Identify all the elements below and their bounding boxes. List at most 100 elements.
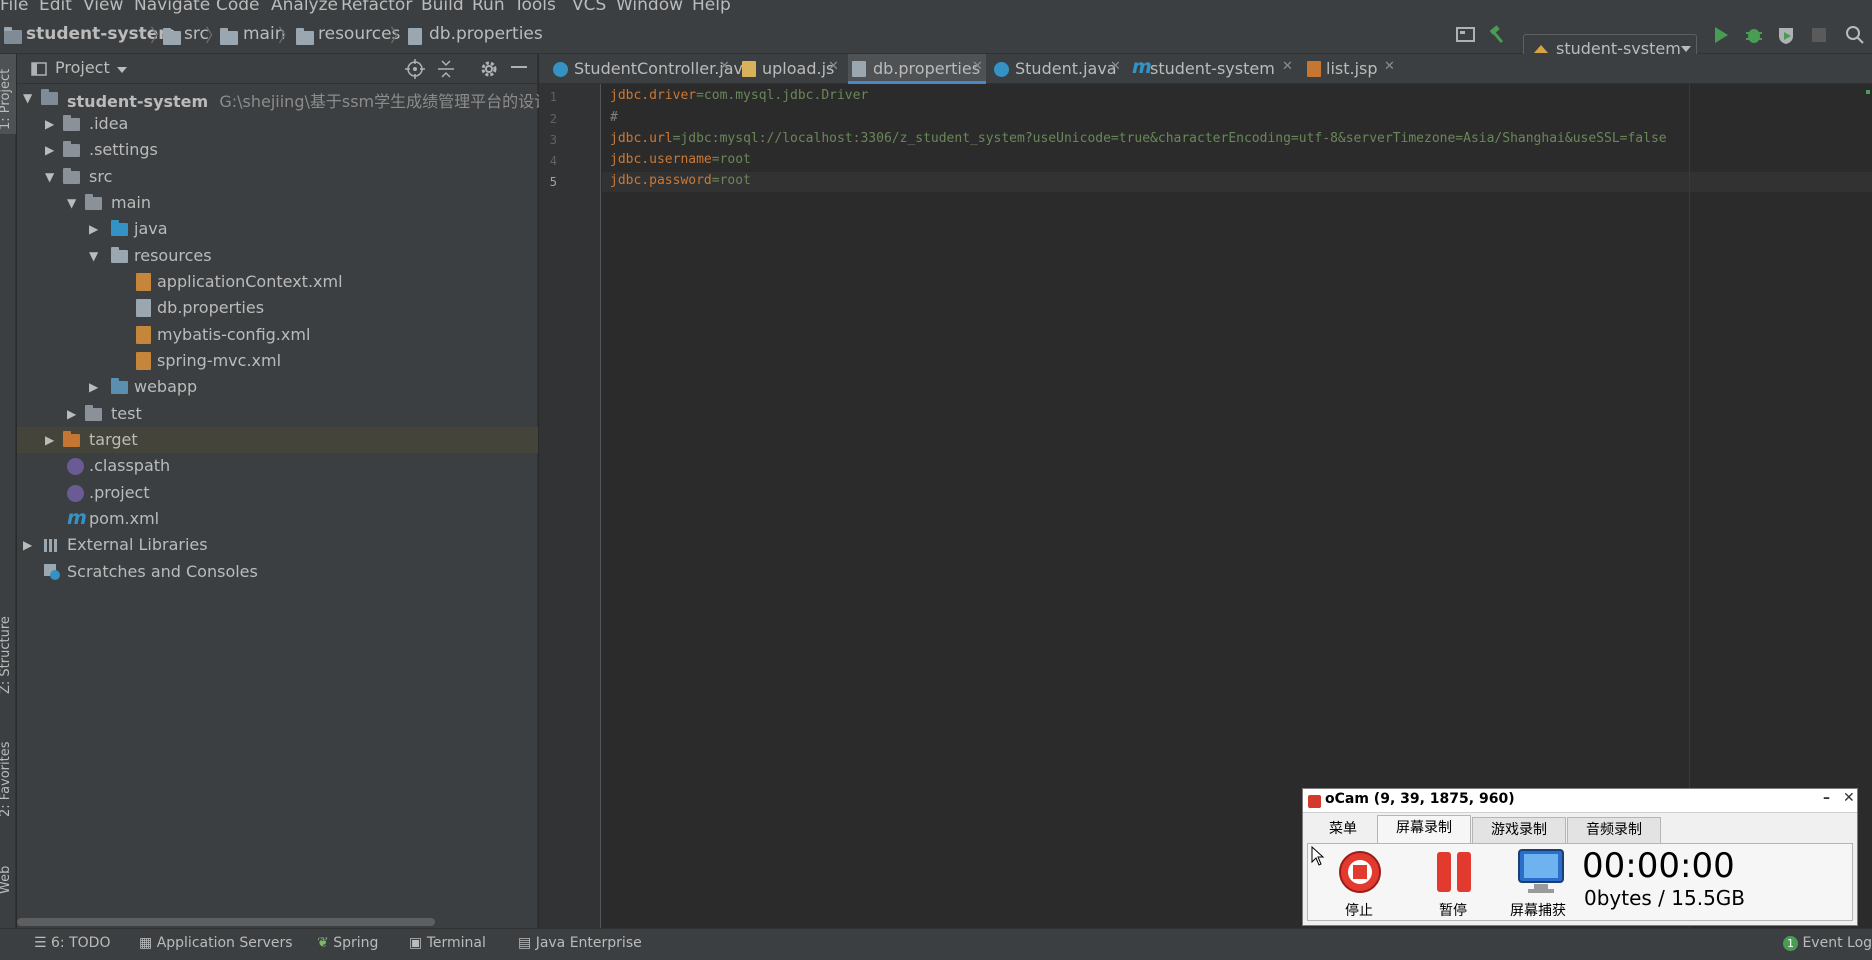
structure-tool-button[interactable]: Z: Structure xyxy=(0,616,13,694)
menu-analyze[interactable]: Analyze xyxy=(271,0,338,14)
close-icon[interactable]: ✕ xyxy=(1110,59,1121,74)
horizontal-scrollbar[interactable] xyxy=(17,918,435,926)
tree-item-external-libraries[interactable]: ▶ External Libraries xyxy=(17,532,538,558)
tree-item-project-file[interactable]: .project xyxy=(17,480,538,506)
collapse-all-icon[interactable] xyxy=(437,59,455,79)
run-icon[interactable] xyxy=(1712,26,1730,44)
tree-item-pom[interactable]: m pom.xml xyxy=(17,506,538,532)
line-number: 4 xyxy=(549,154,557,168)
search-icon[interactable] xyxy=(1845,25,1865,45)
tab-db-properties[interactable]: db.properties ✕ xyxy=(848,54,986,84)
favorites-tool-button[interactable]: 2: Favorites xyxy=(0,741,13,817)
menu-help[interactable]: Help xyxy=(692,0,731,14)
collapsed-arrow-icon[interactable]: ▶ xyxy=(45,433,54,447)
tree-item-classpath[interactable]: .classpath xyxy=(17,453,538,479)
tree-item-db-properties[interactable]: db.properties xyxy=(17,295,538,321)
stop-record-icon[interactable] xyxy=(1338,850,1382,894)
java-enterprise-tool-button[interactable]: ▤ Java Enterprise xyxy=(518,935,642,951)
expanded-arrow-icon[interactable]: ▼ xyxy=(89,249,98,263)
debug-icon[interactable] xyxy=(1744,25,1764,45)
code-line-1: jdbc.driver=com.mysql.jdbc.Driver xyxy=(610,88,869,103)
ocam-tab-screen-recording[interactable]: 屏幕录制 xyxy=(1377,815,1471,845)
project-panel: Project ▼ student-system G:\shejiing\基于s… xyxy=(17,54,598,928)
tree-item-project-root[interactable]: ▼ student-system G:\shejiing\基于ssm学生成绩管理… xyxy=(17,85,598,111)
spring-tool-button[interactable]: ❦ Spring xyxy=(317,935,378,951)
menu-edit[interactable]: Edit xyxy=(39,0,72,14)
folder-icon xyxy=(63,141,80,157)
menu-navigate[interactable]: Navigate xyxy=(134,0,210,14)
collapsed-arrow-icon[interactable]: ▶ xyxy=(89,222,98,236)
tab-upload-js[interactable]: upload.js ✕ xyxy=(738,54,844,84)
tree-item-main[interactable]: ▼ main xyxy=(17,190,538,216)
close-icon[interactable]: ✕ xyxy=(972,59,983,74)
excluded-folder-icon xyxy=(63,431,80,447)
tree-item-src[interactable]: ▼ src xyxy=(17,164,538,190)
web-tool-button[interactable]: Web xyxy=(0,866,13,894)
screen-capture-icon[interactable] xyxy=(1516,848,1566,896)
folder-icon xyxy=(163,28,181,45)
ocam-tab-menu[interactable]: 菜单 xyxy=(1311,817,1375,843)
menu-tools[interactable]: Tools xyxy=(514,0,556,14)
collapsed-arrow-icon[interactable]: ▶ xyxy=(45,143,54,157)
tab-studentcontroller[interactable]: StudentController.java ✕ xyxy=(549,54,753,84)
chevron-down-icon[interactable] xyxy=(116,66,128,74)
tree-item-java[interactable]: ▶ java xyxy=(17,216,538,242)
event-log-button[interactable]: 1 Event Log xyxy=(1783,935,1872,951)
ocam-title-bar[interactable]: oCam (9, 39, 1875, 960) – ✕ xyxy=(1303,789,1857,813)
expanded-arrow-icon[interactable]: ▼ xyxy=(45,170,54,184)
expanded-arrow-icon[interactable]: ▼ xyxy=(23,91,32,105)
pause-icon[interactable] xyxy=(1434,850,1474,894)
tree-item-label: target xyxy=(89,430,138,449)
project-panel-title[interactable]: Project xyxy=(55,58,110,77)
collapsed-arrow-icon[interactable]: ▶ xyxy=(67,407,76,421)
minimize-icon[interactable]: – xyxy=(1823,790,1830,806)
menu-refactor[interactable]: Refactor xyxy=(341,0,412,14)
tree-item-webapp[interactable]: ▶ webapp xyxy=(17,374,538,400)
tree-item-idea[interactable]: ▶ .idea xyxy=(17,111,538,137)
ocam-tab-audio-recording[interactable]: 音频录制 xyxy=(1567,817,1661,843)
line-number: 1 xyxy=(549,90,557,104)
tree-item-settings[interactable]: ▶ .settings xyxy=(17,137,538,163)
collapsed-arrow-icon[interactable]: ▶ xyxy=(45,117,54,131)
tab-student-system-pom[interactable]: m student-system ✕ xyxy=(1128,54,1299,84)
project-tool-window-button[interactable]: 1: Project xyxy=(0,54,16,134)
tree-item-mybatis-config[interactable]: mybatis-config.xml xyxy=(17,322,538,348)
tree-item-test[interactable]: ▶ test xyxy=(17,401,538,427)
tab-student-java[interactable]: Student.java ✕ xyxy=(990,54,1124,84)
tree-item-resources[interactable]: ▼ resources xyxy=(17,243,538,269)
menu-code[interactable]: Code xyxy=(216,0,260,14)
project-structure-icon[interactable] xyxy=(1456,26,1476,44)
close-icon[interactable]: ✕ xyxy=(1843,790,1855,806)
tree-item-scratches[interactable]: Scratches and Consoles xyxy=(17,559,538,585)
menu-file[interactable]: File xyxy=(0,0,28,14)
close-icon[interactable]: ✕ xyxy=(1282,59,1293,74)
menu-run[interactable]: Run xyxy=(472,0,505,14)
close-icon[interactable]: ✕ xyxy=(719,59,730,74)
properties-file-icon xyxy=(136,299,151,317)
menu-build[interactable]: Build xyxy=(421,0,464,14)
expanded-arrow-icon[interactable]: ▼ xyxy=(67,196,76,210)
collapsed-arrow-icon[interactable]: ▶ xyxy=(89,380,98,394)
breadcrumb-resources[interactable]: resources xyxy=(318,24,400,44)
tree-item-applicationcontext[interactable]: applicationContext.xml xyxy=(17,269,538,295)
breadcrumb-file[interactable]: db.properties xyxy=(429,24,543,44)
menu-vcs[interactable]: VCS xyxy=(572,0,606,14)
close-icon[interactable]: ✕ xyxy=(828,59,839,74)
run-with-coverage-icon[interactable] xyxy=(1776,25,1796,45)
build-hammer-icon[interactable] xyxy=(1488,24,1508,44)
menu-view[interactable]: View xyxy=(83,0,123,14)
tab-list-jsp[interactable]: list.jsp ✕ xyxy=(1304,54,1404,84)
ocam-tab-game-recording[interactable]: 游戏录制 xyxy=(1472,817,1566,843)
menu-window[interactable]: Window xyxy=(616,0,683,14)
collapsed-arrow-icon[interactable]: ▶ xyxy=(23,538,32,552)
gear-icon[interactable] xyxy=(479,59,499,79)
tree-item-spring-mvc[interactable]: spring-mvc.xml xyxy=(17,348,538,374)
close-icon[interactable]: ✕ xyxy=(1384,59,1395,74)
todo-tool-button[interactable]: ☰ 6: TODO xyxy=(34,935,110,951)
stop-icon[interactable] xyxy=(1811,27,1827,43)
locate-file-icon[interactable] xyxy=(405,59,425,79)
hide-panel-icon[interactable] xyxy=(511,66,527,70)
application-servers-tool-button[interactable]: ▦ Application Servers xyxy=(139,935,293,951)
terminal-tool-button[interactable]: ▣ Terminal xyxy=(409,935,486,951)
tree-item-target[interactable]: ▶ target xyxy=(17,427,538,453)
